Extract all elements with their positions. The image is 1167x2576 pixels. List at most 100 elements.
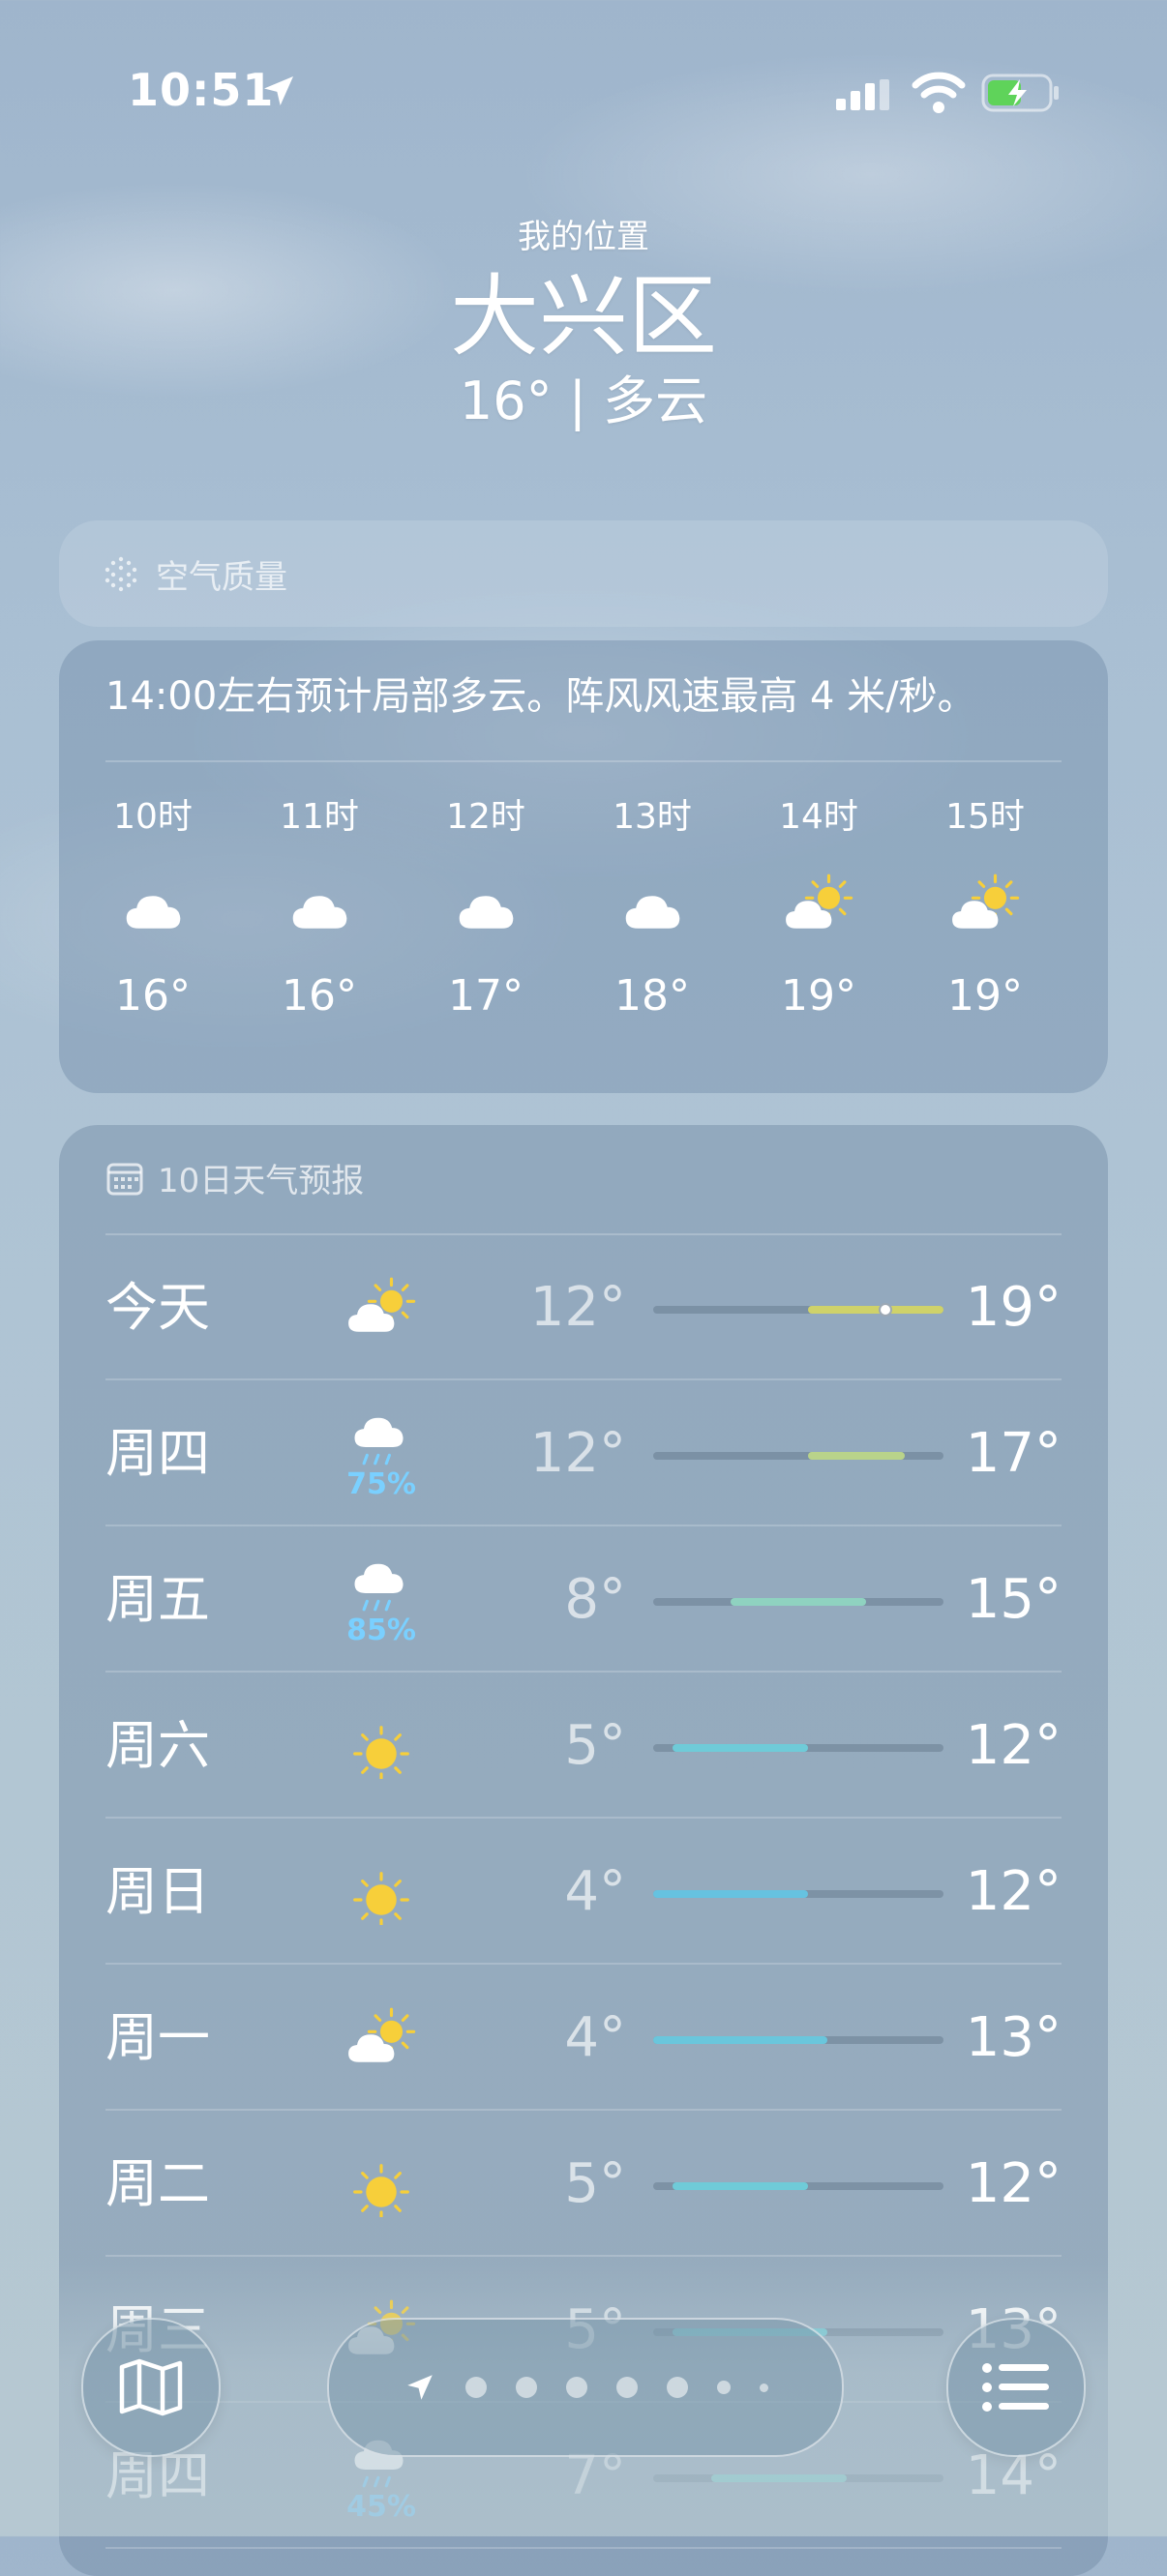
day-row[interactable]: 周一 4° 13° bbox=[105, 1966, 1062, 2111]
air-quality-card[interactable]: 空气质量 bbox=[59, 520, 1108, 627]
hour-icon bbox=[247, 851, 392, 958]
day-name: 周四 bbox=[105, 1423, 210, 1484]
page-dot[interactable] bbox=[759, 2383, 768, 2392]
hour-icon bbox=[413, 851, 558, 958]
city-list-button[interactable] bbox=[946, 2318, 1086, 2457]
hour-temp: 19° bbox=[781, 971, 856, 1021]
divider bbox=[105, 2255, 1062, 2257]
calendar-icon bbox=[106, 1163, 143, 1195]
hour-item: 11时 16° bbox=[247, 795, 392, 1023]
day-icon bbox=[328, 1235, 434, 1380]
page-dot[interactable] bbox=[565, 2377, 587, 2398]
temp-range-fill bbox=[808, 1306, 943, 1314]
day-row[interactable]: 周四 75% 12° 17° bbox=[105, 1381, 1062, 1526]
partly-cloudy-icon bbox=[348, 1278, 416, 1333]
hour-item: 12时 17° bbox=[413, 795, 558, 1023]
cloud-icon bbox=[625, 896, 680, 930]
hour-icon bbox=[913, 851, 1058, 958]
hour-item: 13时 18° bbox=[580, 795, 725, 1023]
map-icon bbox=[119, 2358, 183, 2416]
hour-icon bbox=[80, 851, 225, 958]
day-low-temp: 12° bbox=[529, 1276, 626, 1339]
day-row[interactable]: 周六 5° 12° bbox=[105, 1673, 1062, 1819]
page-dot[interactable] bbox=[464, 2377, 487, 2398]
hour-temp: 18° bbox=[614, 971, 690, 1021]
temp-range-bar bbox=[653, 1452, 943, 1460]
battery-charging-icon bbox=[981, 74, 1059, 112]
hour-time: 13时 bbox=[613, 797, 692, 837]
hour-temp: 16° bbox=[282, 971, 357, 1021]
hour-icon bbox=[580, 851, 725, 958]
cloud-icon bbox=[292, 896, 347, 930]
day-name: 周五 bbox=[105, 1569, 210, 1630]
day-high-temp: 12° bbox=[965, 1714, 1062, 1777]
temp-range-bar bbox=[653, 1890, 943, 1898]
page-dot[interactable] bbox=[515, 2377, 537, 2398]
divider bbox=[105, 1671, 1062, 1673]
hourly-forecast-card[interactable]: 14:00左右预计局部多云。阵风风速最高 4 米/秒。 10时 16° 11时 16°… bbox=[59, 640, 1108, 1093]
ten-day-title: 10日天气预报 bbox=[105, 1154, 364, 1201]
temp-range-bar bbox=[653, 2182, 943, 2190]
day-row[interactable]: 周日 4° 12° bbox=[105, 1820, 1062, 1965]
day-row[interactable]: 今天 12° 19° bbox=[105, 1235, 1062, 1380]
page-indicator[interactable] bbox=[327, 2318, 844, 2457]
current-temp-dot bbox=[879, 1303, 892, 1317]
hourly-summary: 14:00左右预计局部多云。阵风风速最高 4 米/秒。 bbox=[105, 674, 976, 719]
partly-cloudy-icon bbox=[348, 2008, 416, 2063]
hour-temp: 16° bbox=[115, 971, 191, 1021]
current-condition: 16° | 多云 bbox=[459, 370, 708, 431]
precip-chance: 45% bbox=[346, 2489, 416, 2524]
day-high-temp: 15° bbox=[965, 1568, 1062, 1631]
page-dot[interactable] bbox=[615, 2377, 638, 2398]
hour-time: 15时 bbox=[945, 797, 1025, 837]
cloud-icon bbox=[459, 896, 514, 930]
page-dot[interactable] bbox=[716, 2381, 731, 2394]
day-row[interactable]: 周二 5° 12° bbox=[105, 2112, 1062, 2257]
day-high-temp: 12° bbox=[965, 1860, 1062, 1923]
wifi-icon bbox=[912, 72, 966, 113]
partly-cloudy-icon bbox=[952, 874, 1020, 930]
city-name: 大兴区 bbox=[449, 265, 717, 369]
hour-time: 12时 bbox=[446, 797, 525, 837]
hour-item: 10时 16° bbox=[80, 795, 225, 1023]
divider bbox=[105, 760, 1062, 762]
hour-time: 10时 bbox=[113, 797, 193, 837]
divider bbox=[105, 1525, 1062, 1526]
day-low-temp: 5° bbox=[564, 1714, 626, 1777]
status-bar: 10:51 bbox=[0, 64, 1167, 122]
temp-range-bar bbox=[653, 2474, 943, 2482]
sun-icon bbox=[353, 1872, 409, 1925]
hour-time: 11时 bbox=[280, 797, 359, 837]
cloud-icon bbox=[126, 896, 181, 930]
location-label: 我的位置 bbox=[518, 218, 649, 256]
hour-icon bbox=[746, 851, 891, 958]
hour-temp: 19° bbox=[947, 971, 1023, 1021]
day-icon bbox=[328, 1673, 434, 1819]
hour-time: 14时 bbox=[779, 797, 858, 837]
temp-range-bar bbox=[653, 1744, 943, 1752]
cellular-signal-icon bbox=[836, 79, 889, 110]
day-name: 周日 bbox=[105, 1861, 210, 1922]
day-name: 周一 bbox=[105, 2007, 210, 2068]
day-low-temp: 8° bbox=[564, 1568, 626, 1631]
temp-range-fill bbox=[711, 2474, 847, 2482]
day-name: 周二 bbox=[105, 2153, 210, 2214]
temp-range-bar bbox=[653, 1598, 943, 1606]
day-name: 今天 bbox=[105, 1277, 210, 1338]
page-dot[interactable] bbox=[666, 2377, 688, 2398]
day-row[interactable]: 周五 85% 8° 15° bbox=[105, 1527, 1062, 1673]
divider bbox=[105, 1963, 1062, 1965]
rain-icon bbox=[354, 1418, 404, 1466]
day-low-temp: 4° bbox=[564, 2006, 626, 2069]
day-low-temp: 5° bbox=[564, 2152, 626, 2215]
day-high-temp: 13° bbox=[965, 2006, 1062, 2069]
sun-icon bbox=[353, 1726, 409, 1779]
day-low-temp: 4° bbox=[564, 1860, 626, 1923]
map-button[interactable] bbox=[81, 2318, 221, 2457]
temp-range-fill bbox=[653, 2036, 827, 2044]
hour-item: 15时 19° bbox=[913, 795, 1058, 1023]
temp-range-bar bbox=[653, 1303, 943, 1317]
temp-range-fill bbox=[731, 1598, 866, 1606]
day-icon: 75% bbox=[328, 1381, 434, 1526]
day-icon: 85% bbox=[328, 1527, 434, 1673]
